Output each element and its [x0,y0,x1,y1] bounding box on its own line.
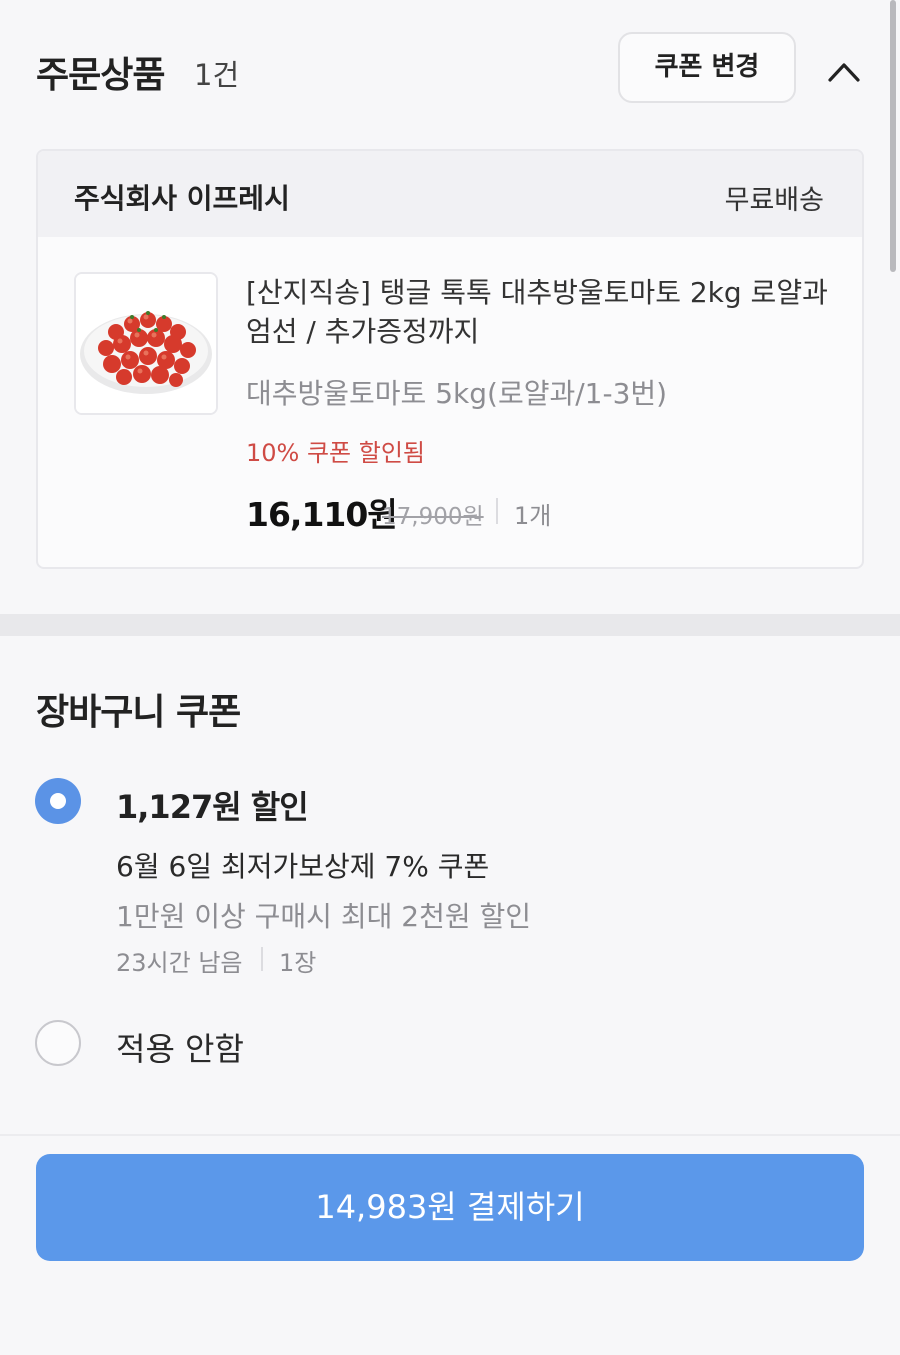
order-header: 주문상품 1건 쿠폰 변경 [36,32,864,106]
coupon-meta: 23시간 남음 1장 [116,943,416,977]
product-card: 주식회사 이프레시 무료배송 [산지직송] 탱글 톡톡 대추방울토마토 2kg … [36,149,864,569]
section-divider [0,614,900,636]
no-coupon-radio[interactable] [35,1020,81,1066]
chevron-up-icon[interactable] [826,56,862,86]
cart-coupon-title: 장바구니 쿠폰 [36,692,241,733]
scrollbar[interactable] [890,0,896,272]
sale-price: 16,110원 [246,495,398,534]
quantity: 1개 [514,502,552,530]
shipping-label: 무료배송 [724,185,824,216]
order-title: 주문상품 [36,55,165,96]
product-option: 대추방울토마토 5kg(로얄과/1-3번) [246,377,668,410]
tomato-image [76,274,216,413]
coupon-name: 6월 6일 최저가보상제 7% 쿠폰 [116,850,490,883]
divider [0,1134,900,1136]
divider [261,947,263,971]
coupon-remaining-time: 23시간 남음 [116,949,243,977]
coupon-count: 1장 [279,949,317,977]
product-name[interactable]: [산지직송] 탱글 톡톡 대추방울토마토 2kg 로얄과 엄선 / 추가증정까지 [246,273,846,351]
coupon-change-button[interactable]: 쿠폰 변경 [618,32,796,103]
price-row: 16,110원 17,900원 1개 [246,488,806,534]
seller-bar: 주식회사 이프레시 무료배송 [38,151,862,237]
coupon-amount[interactable]: 1,127원 할인 [116,782,309,828]
coupon-radio-selected[interactable] [35,778,81,824]
no-coupon-label[interactable]: 적용 안함 [116,1024,244,1070]
product-thumbnail[interactable] [74,272,218,415]
seller-name: 주식회사 이프레시 [74,182,290,215]
original-price: 17,900원 [382,504,484,530]
divider [496,498,498,524]
coupon-condition: 1만원 이상 구매시 최대 2천원 할인 [116,900,532,933]
order-count: 1건 [194,58,240,92]
pay-button[interactable]: 14,983원 결제하기 [36,1154,864,1261]
coupon-discount-label: 10% 쿠폰 할인됨 [246,439,426,467]
